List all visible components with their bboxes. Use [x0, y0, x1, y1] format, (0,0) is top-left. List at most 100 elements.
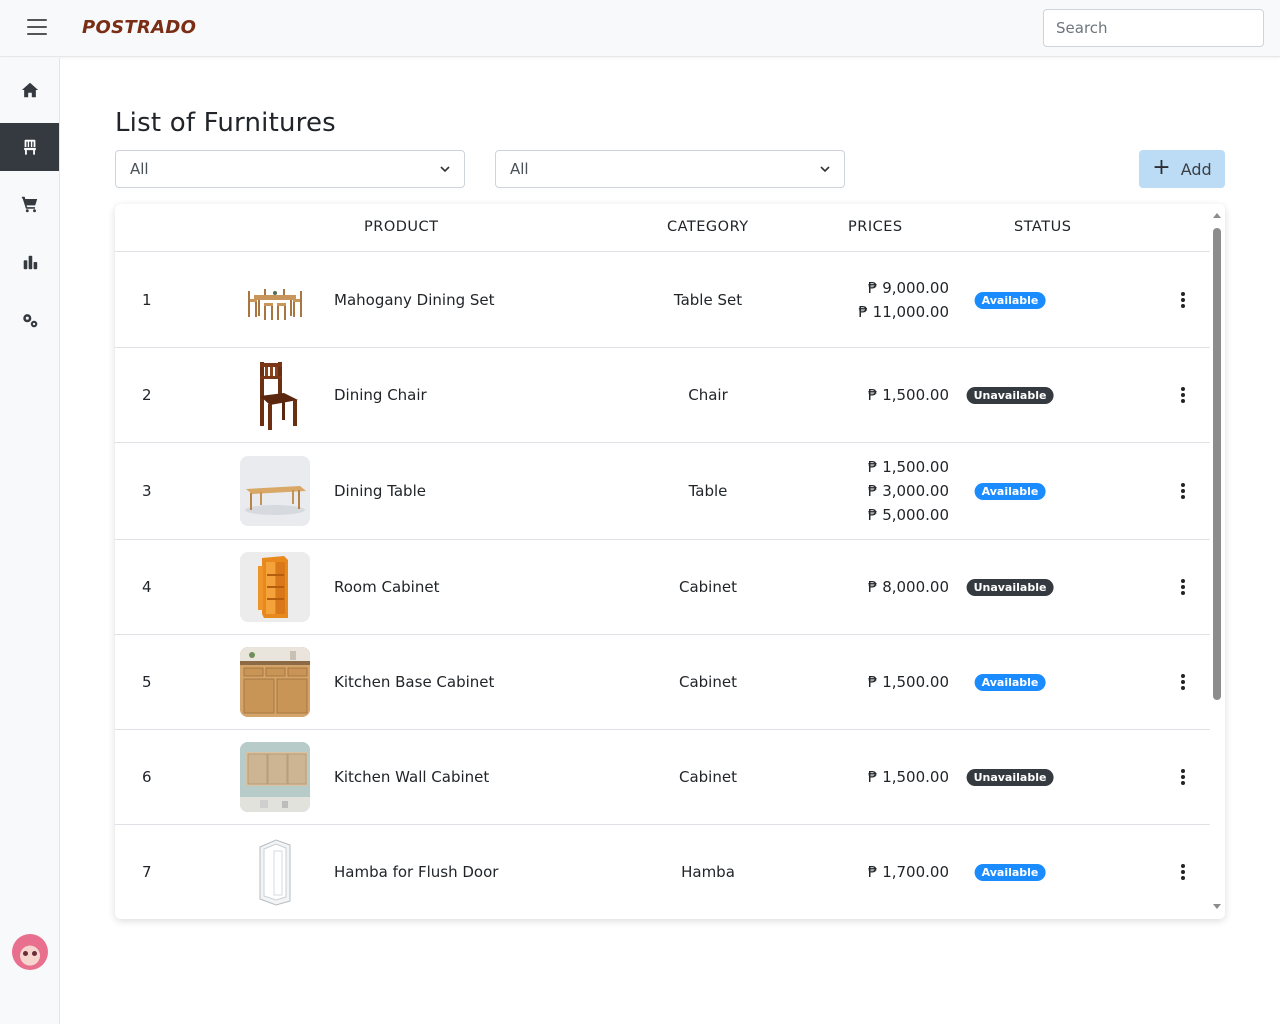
- row-menu-icon[interactable]: [1177, 578, 1189, 596]
- cabinet-image: [240, 552, 310, 622]
- column-header-status[interactable]: STATUS: [1014, 219, 1071, 235]
- product-category: Table Set: [673, 291, 743, 309]
- filter-select-1-value: All: [130, 160, 149, 178]
- chevron-down-icon: [820, 166, 830, 173]
- table-header: PRODUCT CATEGORY PRICES STATUS: [115, 204, 1210, 252]
- row-number: 3: [142, 482, 152, 500]
- gears-icon: [22, 314, 37, 328]
- table-row[interactable]: 7 Hamba for Flush Door Hamba ₱ 1,700.00 …: [115, 825, 1210, 919]
- table-row[interactable]: 4 Room Cabinet Cabinet ₱ 8,000.00 Unavai…: [115, 540, 1210, 635]
- sidebar-item-home[interactable]: [0, 66, 59, 114]
- scroll-up-arrow-icon[interactable]: [1213, 213, 1221, 218]
- price-value: ₱ 1,700.00: [867, 863, 949, 881]
- product-name: Room Cabinet: [334, 578, 440, 596]
- base-cabinet-image: [240, 647, 310, 717]
- sidebar-item-settings[interactable]: [0, 296, 59, 344]
- product-prices: ₱ 1,500.00: [868, 765, 949, 789]
- product-category: Table: [688, 482, 728, 500]
- sidebar: [0, 58, 60, 1024]
- table-row[interactable]: 3 Dining Table Table ₱ 1,500.00 ₱ 3,000.…: [115, 443, 1210, 540]
- product-category: Cabinet: [679, 673, 737, 691]
- filter-select-2[interactable]: All: [495, 150, 845, 188]
- product-prices: ₱ 8,000.00: [868, 575, 949, 599]
- filter-select-2-value: All: [510, 160, 529, 178]
- sidebar-item-furnitures[interactable]: [0, 123, 59, 171]
- scroll-down-arrow-icon[interactable]: [1213, 904, 1221, 909]
- row-menu-icon[interactable]: [1177, 482, 1189, 500]
- row-number: 2: [142, 386, 152, 404]
- chevron-down-icon: [440, 166, 450, 173]
- row-number: 4: [142, 578, 152, 596]
- product-category: Hamba: [681, 863, 735, 881]
- product-prices: ₱ 1,700.00: [868, 860, 949, 884]
- search-input[interactable]: [1043, 9, 1264, 47]
- status-badge: Available: [974, 292, 1046, 309]
- price-value: ₱ 3,000.00: [867, 482, 949, 500]
- product-prices: ₱ 9,000.00 ₱ 11,000.00: [858, 276, 949, 324]
- sidebar-item-orders[interactable]: [0, 180, 59, 228]
- product-name: Dining Chair: [334, 386, 427, 404]
- bar-chart-icon: [23, 255, 37, 270]
- row-menu-icon[interactable]: [1177, 291, 1189, 309]
- price-value: ₱ 11,000.00: [858, 303, 949, 321]
- furniture-table: PRODUCT CATEGORY PRICES STATUS 1 Mahogan…: [115, 204, 1225, 919]
- brand-logo[interactable]: POSTRADO: [82, 17, 196, 38]
- table-row[interactable]: 6 Kitchen Wall Cabinet Cabinet ₱ 1,500.0…: [115, 730, 1210, 825]
- status-badge: Unavailable: [966, 387, 1054, 404]
- column-header-prices[interactable]: PRICES: [848, 219, 903, 235]
- product-name: Kitchen Wall Cabinet: [334, 768, 490, 786]
- scrollbar-thumb[interactable]: [1213, 228, 1221, 700]
- product-name: Dining Table: [334, 482, 426, 500]
- status-badge: Available: [974, 864, 1046, 881]
- door-frame-image: [240, 837, 310, 907]
- column-header-product[interactable]: PRODUCT: [364, 219, 439, 235]
- row-number: 1: [142, 291, 152, 309]
- add-button[interactable]: + Add: [1139, 150, 1225, 188]
- chair-icon: [23, 139, 36, 155]
- product-name: Mahogany Dining Set: [334, 291, 495, 309]
- price-value: ₱ 1,500.00: [867, 673, 949, 691]
- row-menu-icon[interactable]: [1177, 386, 1189, 404]
- table-row[interactable]: 5 Kitchen Base Cabinet Cabinet ₱ 1,500.0…: [115, 635, 1210, 730]
- row-number: 5: [142, 673, 152, 691]
- status-badge: Available: [974, 674, 1046, 691]
- top-navbar: POSTRADO: [0, 0, 1280, 57]
- product-prices: ₱ 1,500.00 ₱ 3,000.00 ₱ 5,000.00: [868, 455, 949, 527]
- table-image: [240, 456, 310, 526]
- product-name: Kitchen Base Cabinet: [334, 673, 495, 691]
- price-value: ₱ 5,000.00: [867, 506, 949, 524]
- product-name: Hamba for Flush Door: [334, 863, 499, 881]
- product-category: Cabinet: [679, 768, 737, 786]
- row-number: 6: [142, 768, 152, 786]
- plus-icon: +: [1152, 155, 1171, 180]
- status-badge: Unavailable: [966, 769, 1054, 786]
- product-category: Chair: [688, 386, 728, 404]
- product-category: Cabinet: [679, 578, 737, 596]
- row-menu-icon[interactable]: [1177, 768, 1189, 786]
- user-avatar[interactable]: [12, 934, 48, 970]
- product-prices: ₱ 1,500.00: [868, 670, 949, 694]
- row-menu-icon[interactable]: [1177, 863, 1189, 881]
- cart-icon: [21, 196, 37, 213]
- table-row[interactable]: 2 Dining Chair Chair ₱ 1,500.00 Unavaila…: [115, 348, 1210, 443]
- filter-select-1[interactable]: All: [115, 150, 465, 188]
- price-value: ₱ 1,500.00: [867, 458, 949, 476]
- page-title: List of Furnitures: [115, 108, 336, 138]
- row-menu-icon[interactable]: [1177, 673, 1189, 691]
- price-value: ₱ 8,000.00: [867, 578, 949, 596]
- menu-toggle-icon[interactable]: [27, 19, 47, 35]
- status-badge: Available: [974, 483, 1046, 500]
- product-prices: ₱ 1,500.00: [868, 383, 949, 407]
- add-button-label: Add: [1180, 159, 1212, 179]
- row-number: 7: [142, 863, 152, 881]
- home-icon: [21, 82, 38, 98]
- column-header-category[interactable]: CATEGORY: [667, 219, 749, 235]
- price-value: ₱ 1,500.00: [867, 768, 949, 786]
- price-value: ₱ 9,000.00: [867, 279, 949, 297]
- chair-image: [240, 360, 310, 430]
- sidebar-item-reports[interactable]: [0, 238, 59, 286]
- price-value: ₱ 1,500.00: [867, 386, 949, 404]
- table-row[interactable]: 1 Mahogany Dining Set Table Set ₱ 9,000.…: [115, 253, 1210, 348]
- wall-cabinet-image: [240, 742, 310, 812]
- dining-set-image: [240, 265, 310, 335]
